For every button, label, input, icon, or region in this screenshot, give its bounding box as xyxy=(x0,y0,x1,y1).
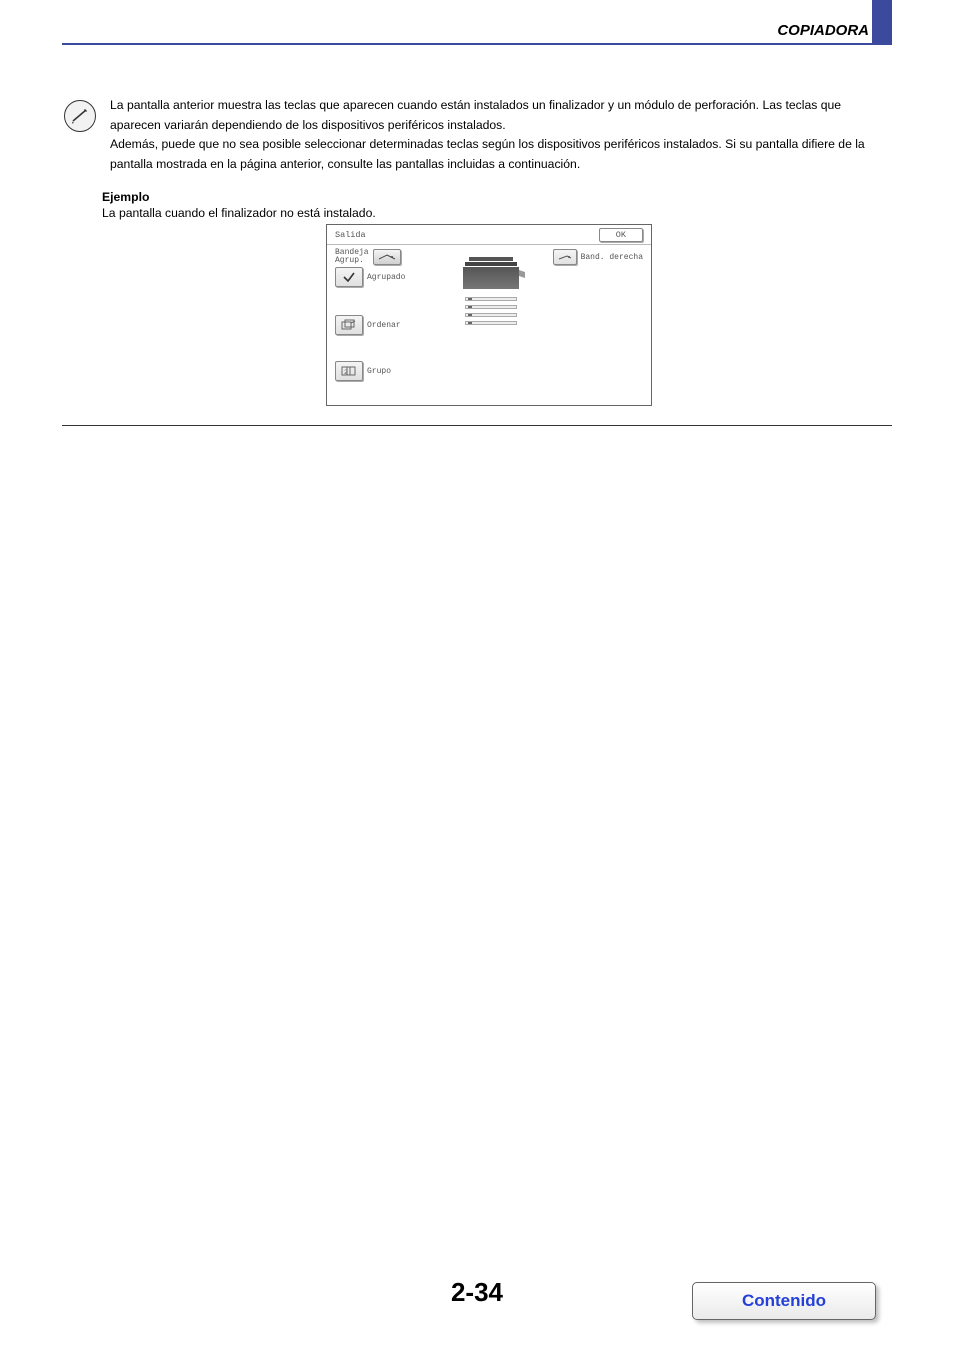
printer-illustration xyxy=(463,257,519,329)
contents-button[interactable]: Contenido xyxy=(692,1282,876,1320)
content-bottom-rule xyxy=(62,425,892,426)
page-section-title: COPIADORA xyxy=(777,22,869,39)
right-tray-label: Band. derecha xyxy=(581,253,643,262)
header-accent-bar xyxy=(872,0,892,44)
example-heading: Ejemplo xyxy=(102,190,892,204)
right-tray-icon[interactable] xyxy=(553,249,577,265)
grouped-option-icon[interactable] xyxy=(335,267,363,287)
grouped-option-label: Agrupado xyxy=(367,273,405,282)
info-note: La pantalla anterior muestra las teclas … xyxy=(62,96,892,174)
header-divider xyxy=(62,43,892,45)
dialog-screenshot: Salida OK Bandeja Agrup. xyxy=(326,224,652,406)
note-icon xyxy=(64,100,96,132)
info-text: La pantalla anterior muestra las teclas … xyxy=(110,96,892,174)
svg-text:2: 2 xyxy=(344,369,348,376)
group-option-icon[interactable]: 2 xyxy=(335,361,363,381)
out-tray-label-line2: Agrup. xyxy=(335,257,369,265)
tray-select-icon[interactable] xyxy=(373,249,401,265)
example-caption: La pantalla cuando el finalizador no est… xyxy=(102,206,892,220)
group-option-label: Grupo xyxy=(367,367,391,376)
sort-option-label: Ordenar xyxy=(367,321,401,330)
sort-option-icon[interactable] xyxy=(335,315,363,335)
dialog-title: Salida xyxy=(335,230,366,240)
ok-button[interactable]: OK xyxy=(599,228,643,242)
